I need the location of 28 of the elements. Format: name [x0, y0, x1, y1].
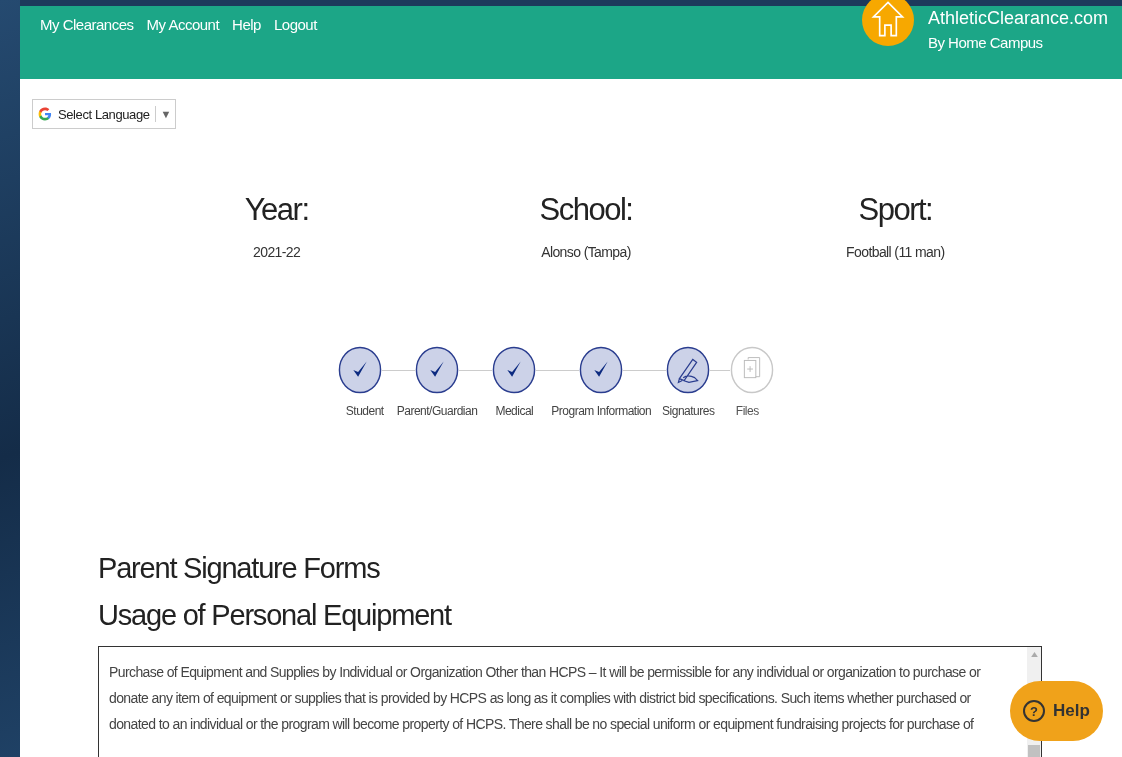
checkmark-step-icon[interactable]: [492, 346, 537, 394]
step-label[interactable]: Signatures: [657, 404, 720, 418]
checkmark-step-icon[interactable]: [337, 346, 382, 394]
summary-value: Football (11 man): [846, 244, 945, 260]
checkmark-step-icon[interactable]: [415, 346, 460, 394]
brand-title: AthleticClearance.com: [927, 8, 1108, 28]
summary-value: Alonso (Tampa): [541, 244, 631, 260]
form-text: Purchase of Equipment and Supplies by Individual or Organization Other than HCPS – It will be permissible for any individual or organization to purchase or donate any item of equipment or supplies that is provided by HCPS as long as it complies with district bid specifications. Such items whether purchased or donated to an individual or the program will become property of HCPS. There shall be no special uniform or equipment fundraising projects for purchase of: [108, 663, 982, 734]
summary-heading: School:: [539, 192, 633, 228]
house-logo-icon: [861, 0, 914, 46]
step-label[interactable]: Parent/Guardian: [391, 404, 483, 418]
language-select[interactable]: Select Language ▼: [32, 99, 177, 129]
section-title: Usage of Personal Equipment: [98, 599, 453, 632]
brand-subtitle: By Home Campus: [927, 34, 1044, 51]
step-label[interactable]: Medical: [490, 404, 539, 418]
page-title: Parent Signature Forms: [98, 552, 381, 585]
help-button[interactable]: ? Help: [1010, 681, 1103, 741]
checkmark-step-icon[interactable]: [579, 346, 624, 394]
scrollbar-thumb[interactable]: [1028, 745, 1040, 757]
summary-value: 2021-22: [253, 244, 301, 260]
step-label[interactable]: Student: [340, 404, 389, 418]
step-label[interactable]: Program Information: [546, 404, 657, 418]
summary-heading: Sport:: [858, 192, 933, 228]
hand-writing-step-icon[interactable]: [666, 346, 711, 394]
question-icon: ?: [1023, 700, 1046, 722]
summary-heading: Year:: [244, 192, 309, 228]
google-g-icon: [37, 106, 53, 122]
step-label[interactable]: Files: [730, 404, 764, 418]
